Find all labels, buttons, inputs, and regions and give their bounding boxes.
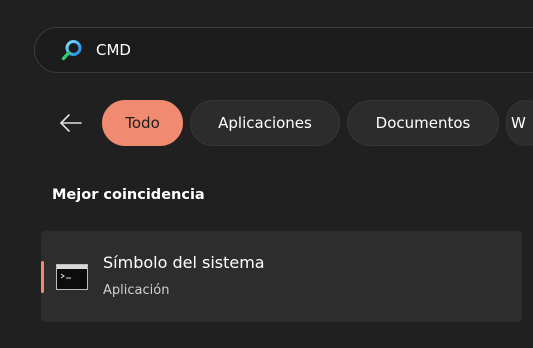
result-type: Aplicación [103,283,170,298]
selection-indicator [41,261,44,293]
filter-chip-documentos[interactable]: Documentos [347,100,499,146]
command-prompt-icon [56,264,88,290]
filter-chip-aplicaciones[interactable]: Aplicaciones [190,100,340,146]
best-match-result[interactable]: Símbolo del sistema Aplicación [41,231,522,322]
search-input[interactable] [96,28,496,72]
filter-chip-todo[interactable]: Todo [102,100,183,146]
section-title: Mejor coincidencia [52,187,205,203]
search-icon [61,40,82,61]
filter-chip-w[interactable]: W [506,100,533,146]
search-box[interactable] [34,27,533,73]
search-panel: Todo Aplicaciones Documentos W Mejor coi… [0,0,533,348]
arrow-left-icon[interactable] [58,110,84,136]
result-name: Símbolo del sistema [103,253,265,272]
